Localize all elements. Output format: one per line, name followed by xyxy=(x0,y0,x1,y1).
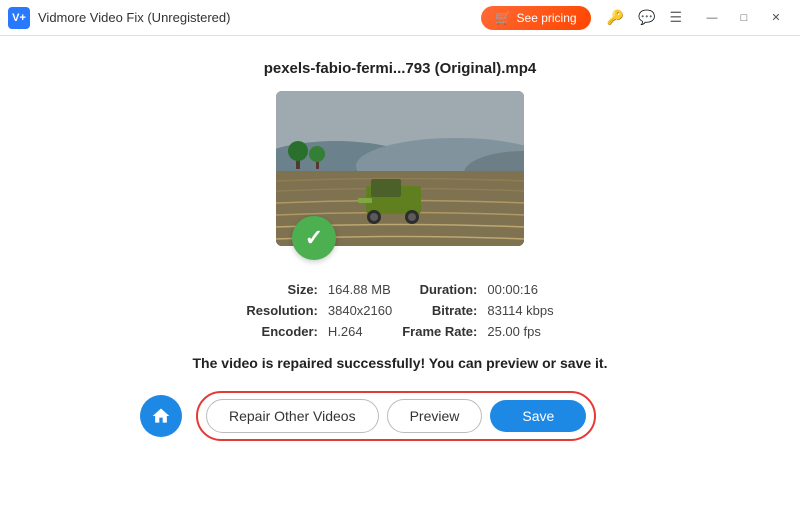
encoder-value: H.264 xyxy=(328,324,392,339)
resolution-label: Resolution: xyxy=(246,303,318,318)
success-check-badge: ✓ xyxy=(292,216,336,260)
minimize-button[interactable]: — xyxy=(696,4,728,32)
save-button[interactable]: Save xyxy=(490,400,586,432)
home-icon xyxy=(151,406,171,426)
title-bar-right: 🛒 See pricing 🔑 💬 ☰ — □ ✕ xyxy=(481,4,792,32)
video-thumbnail-wrapper: ✓ xyxy=(276,91,524,246)
framerate-value: 25.00 fps xyxy=(487,324,553,339)
app-title: Vidmore Video Fix (Unregistered) xyxy=(38,10,230,25)
title-icons: 🔑 💬 ☰ xyxy=(603,7,686,28)
close-button[interactable]: ✕ xyxy=(760,4,792,32)
duration-label: Duration: xyxy=(402,282,477,297)
menu-icon[interactable]: ☰ xyxy=(665,7,686,28)
framerate-label: Frame Rate: xyxy=(402,324,477,339)
success-message: The video is repaired successfully! You … xyxy=(193,355,608,371)
action-area: Repair Other Videos Preview Save xyxy=(0,391,800,441)
chat-icon[interactable]: 💬 xyxy=(634,7,659,28)
size-label: Size: xyxy=(246,282,318,297)
encoder-label: Encoder: xyxy=(246,324,318,339)
preview-button[interactable]: Preview xyxy=(387,399,483,433)
search-icon[interactable]: 🔑 xyxy=(603,7,628,28)
resolution-value: 3840x2160 xyxy=(328,303,392,318)
app-logo: V+ xyxy=(8,7,30,29)
home-button[interactable] xyxy=(140,395,182,437)
action-buttons-box: Repair Other Videos Preview Save xyxy=(196,391,596,441)
bitrate-value: 83114 kbps xyxy=(487,303,553,318)
window-controls: — □ ✕ xyxy=(696,4,792,32)
see-pricing-button[interactable]: 🛒 See pricing xyxy=(481,6,590,30)
duration-value: 00:00:16 xyxy=(487,282,553,297)
maximize-button[interactable]: □ xyxy=(728,4,760,32)
video-info-grid: Size: 164.88 MB Duration: 00:00:16 Resol… xyxy=(246,282,553,339)
title-bar: V+ Vidmore Video Fix (Unregistered) 🛒 Se… xyxy=(0,0,800,36)
bitrate-label: Bitrate: xyxy=(402,303,477,318)
main-content: pexels-fabio-fermi...793 (Original).mp4 xyxy=(0,36,800,516)
title-bar-left: V+ Vidmore Video Fix (Unregistered) xyxy=(8,7,230,29)
size-value: 164.88 MB xyxy=(328,282,392,297)
repair-other-button[interactable]: Repair Other Videos xyxy=(206,399,379,433)
video-title: pexels-fabio-fermi...793 (Original).mp4 xyxy=(264,60,537,77)
cart-icon: 🛒 xyxy=(495,10,511,26)
